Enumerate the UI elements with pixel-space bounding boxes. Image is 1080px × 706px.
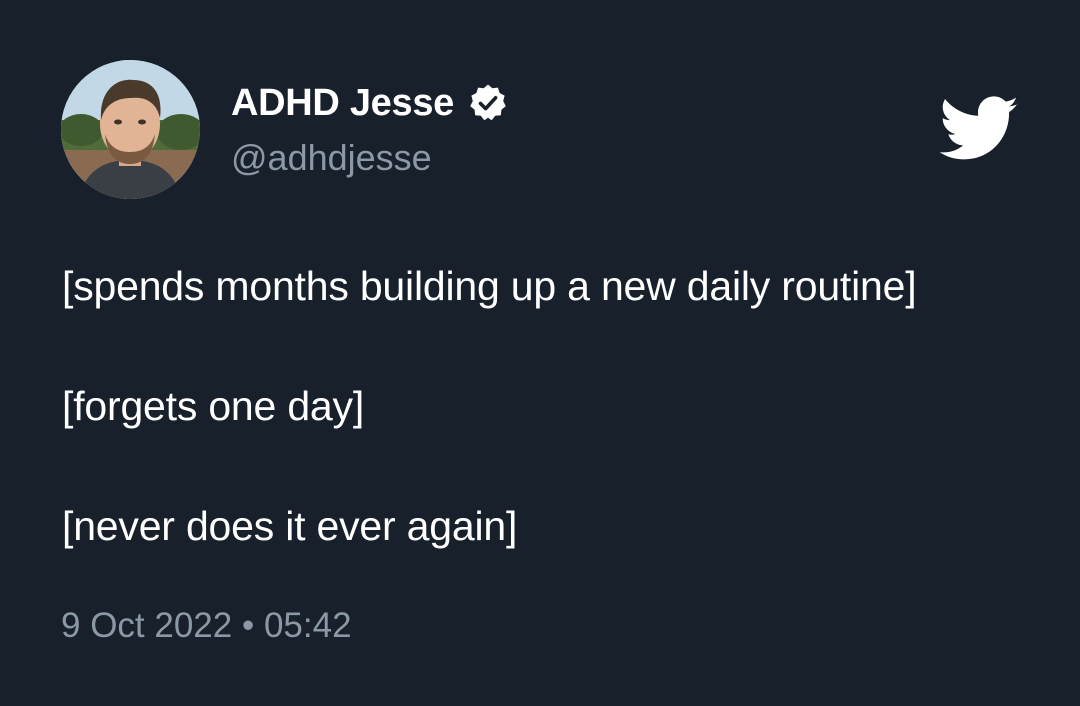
- avatar-image: [61, 60, 200, 199]
- author-name-row[interactable]: ADHD Jesse: [231, 80, 508, 126]
- tweet-body: [spends months building up a new daily r…: [62, 258, 1052, 554]
- tweet-time: 05:42: [263, 606, 352, 645]
- timestamp-separator: •: [241, 606, 255, 645]
- avatar[interactable]: [61, 60, 200, 199]
- tweet-line: [forgets one day]: [62, 383, 365, 429]
- tweet-line: [spends months building up a new daily r…: [62, 263, 917, 309]
- twitter-bird-icon[interactable]: [939, 96, 1020, 162]
- user-handle[interactable]: @adhdjesse: [231, 137, 432, 179]
- tweet-line: [never does it ever again]: [62, 503, 518, 549]
- verified-badge-icon: [468, 83, 508, 123]
- display-name[interactable]: ADHD Jesse: [231, 82, 454, 125]
- tweet-date: 9 Oct 2022: [61, 606, 233, 645]
- tweet-card: ADHD Jesse @adhdjesse [spends months bui…: [0, 0, 1080, 706]
- tweet-timestamp[interactable]: 9 Oct 2022 • 05:42: [61, 606, 352, 646]
